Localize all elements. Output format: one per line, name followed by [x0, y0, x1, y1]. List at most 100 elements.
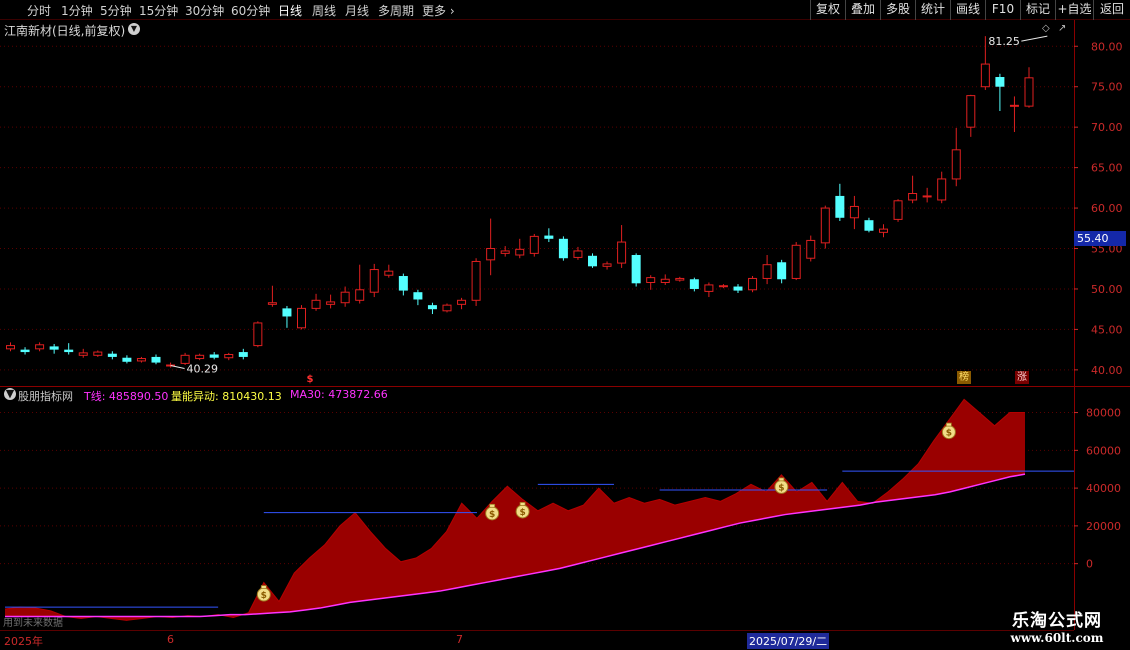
- candlestick-chart[interactable]: 81.25 40.29: [0, 20, 1074, 386]
- candle-body: [777, 262, 787, 280]
- candle-body: [529, 235, 539, 254]
- indicator-name: 股朋指标网: [18, 390, 73, 403]
- tab-weekly[interactable]: 周线: [312, 2, 336, 19]
- candle-body: [791, 244, 801, 279]
- candle-body: [195, 354, 205, 360]
- mark-button[interactable]: 标记: [1020, 0, 1055, 20]
- watermark-logo: 乐淘公式网 www.60lt.com: [992, 606, 1122, 645]
- candle-body: [49, 346, 59, 350]
- f10-button[interactable]: F10: [985, 0, 1020, 20]
- money-bag-symbol: $: [261, 591, 267, 601]
- indicator-tick-label: 0: [1086, 558, 1093, 571]
- cursor-date: 2025/07/29/二: [747, 633, 830, 649]
- stock-title: 江南新材(日线,前复权): [4, 24, 126, 38]
- chevron-down-icon[interactable]: ▼: [128, 23, 140, 35]
- candle-body: [457, 299, 467, 305]
- price-tick-label: 80.00: [1091, 40, 1123, 53]
- candle-body: [253, 322, 263, 347]
- candle-body: [442, 304, 452, 312]
- tab-15min[interactable]: 15分钟: [139, 2, 178, 19]
- chevron-right-icon: ›: [449, 4, 455, 18]
- tab-30min[interactable]: 30分钟: [185, 2, 224, 19]
- date-axis: 2025年 6 7 2025/07/29/二: [0, 630, 1074, 650]
- candle-body: [718, 285, 728, 288]
- candle-body: [6, 345, 15, 350]
- candle-body: [427, 305, 437, 310]
- candle-body: [369, 269, 379, 293]
- candle-body: [20, 349, 30, 353]
- current-price-tag: 55.40: [1074, 231, 1126, 246]
- indicator-menu-icon[interactable]: ▼: [4, 388, 16, 400]
- candle-body: [1009, 104, 1019, 107]
- price-tick-label: 75.00: [1091, 81, 1123, 94]
- candle-body: [413, 292, 423, 300]
- candle-body: [93, 351, 103, 356]
- candle-body: [64, 349, 74, 353]
- indicator-tick-label: 20000: [1086, 520, 1121, 533]
- candle-body: [297, 307, 306, 329]
- candle-body: [937, 178, 947, 201]
- date-june: 6: [167, 633, 174, 646]
- t-line-value: T线: 485890.50: [84, 390, 169, 403]
- candle-body: [398, 276, 408, 291]
- overlay-button[interactable]: 叠加: [845, 0, 880, 20]
- tab-multi-period[interactable]: 多周期: [378, 2, 414, 19]
- limit-up-badge[interactable]: 涨: [1015, 371, 1029, 384]
- indicator-chart[interactable]: $ $ $ $ $: [0, 386, 1074, 630]
- tab-daily[interactable]: 日线: [278, 2, 302, 19]
- statistics-button[interactable]: 统计: [915, 0, 950, 20]
- candle-body: [136, 358, 146, 362]
- candle-body: [78, 352, 88, 356]
- candle-body: [500, 250, 510, 254]
- price-tick-label: 45.00: [1091, 323, 1123, 336]
- dollar-badge[interactable]: $: [304, 373, 316, 386]
- money-bag-symbol: $: [519, 508, 525, 518]
- diamond-icon[interactable]: ◇: [1042, 23, 1050, 34]
- multi-stock-button[interactable]: 多股: [880, 0, 915, 20]
- t-line-area: [5, 399, 1025, 621]
- money-bag-knot: [778, 477, 785, 482]
- draw-line-button[interactable]: 画线: [950, 0, 985, 20]
- candle-body: [733, 286, 743, 291]
- ranking-badge[interactable]: 榜: [957, 371, 971, 384]
- date-july: 7: [456, 633, 463, 646]
- candle-body: [311, 299, 321, 309]
- candle-body: [675, 277, 685, 281]
- high-pointer-line: [1021, 35, 1048, 42]
- adjust-button[interactable]: 复权: [810, 0, 845, 20]
- candle-body: [340, 291, 350, 304]
- candle-body: [689, 279, 699, 289]
- candle-body: [646, 277, 656, 283]
- price-tick-label: 60.00: [1091, 202, 1123, 215]
- tab-more[interactable]: 更多 ›: [422, 2, 455, 19]
- candle-body: [326, 301, 336, 305]
- candle-body: [107, 353, 117, 357]
- price-tick-label: 40.00: [1091, 364, 1123, 377]
- candle-body: [908, 193, 918, 201]
- tab-60min[interactable]: 60分钟: [231, 2, 270, 19]
- candle-body: [151, 356, 161, 363]
- money-bag-symbol: $: [946, 429, 952, 439]
- low-price-label: 40.29: [187, 363, 219, 376]
- arrow-icon[interactable]: ↗: [1058, 23, 1066, 34]
- tab-5min[interactable]: 5分钟: [100, 2, 132, 19]
- candle-body: [617, 241, 627, 264]
- volume-spike-value: 量能异动: 810430.13: [171, 390, 282, 403]
- add-watchlist-button[interactable]: +自选: [1055, 0, 1093, 20]
- tab-1min[interactable]: 1分钟: [61, 2, 93, 19]
- tab-fenshi[interactable]: 分时: [27, 2, 51, 19]
- candle-body: [980, 63, 990, 88]
- candle-body: [558, 238, 568, 259]
- candle-body: [704, 284, 714, 292]
- tab-monthly[interactable]: 月线: [345, 2, 369, 19]
- candle-body: [238, 352, 248, 357]
- candle-body: [515, 248, 525, 256]
- money-bag-knot: [260, 585, 267, 589]
- indicator-tick-label: 80000: [1086, 407, 1121, 420]
- candle-body: [282, 308, 292, 317]
- back-button[interactable]: 返回: [1093, 0, 1130, 20]
- price-tick-label: 65.00: [1091, 162, 1123, 175]
- money-bag-knot: [519, 502, 526, 506]
- future-data-note: 用到未来数据: [3, 618, 63, 629]
- candle-body: [544, 235, 554, 239]
